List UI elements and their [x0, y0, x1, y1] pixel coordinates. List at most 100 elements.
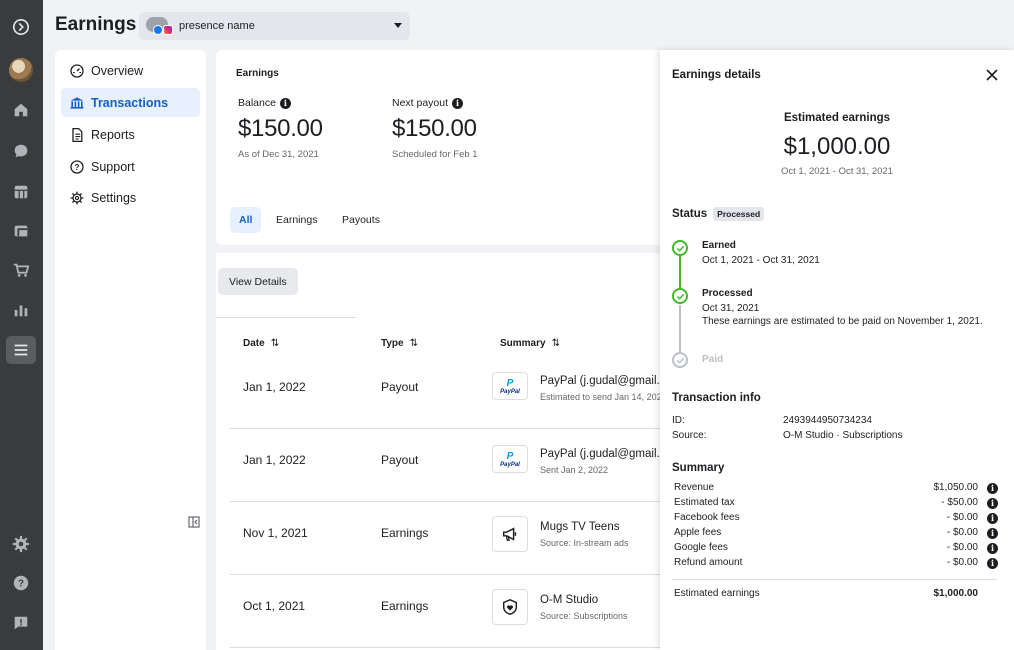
- table-row[interactable]: Jan 1, 2022 Payout P PayPal PayPal (j.gud…: [230, 356, 685, 429]
- sidebar-item-label: Transactions: [91, 95, 169, 110]
- transaction-info-heading: Transaction info: [672, 392, 761, 404]
- info-icon[interactable]: i: [279, 97, 291, 109]
- summary-row: Google fees - $0.00 i: [674, 542, 998, 556]
- column-label: Summary: [500, 338, 546, 349]
- row-type: Payout: [381, 453, 419, 467]
- card-title: Earnings: [236, 68, 279, 79]
- balance-label: Balance: [238, 97, 276, 109]
- sidebar-item-overview[interactable]: Overview: [61, 56, 200, 85]
- summary-row: Facebook fees - $0.00 i: [674, 512, 998, 526]
- check-circle-icon: [672, 240, 688, 256]
- balance-sub: As of Dec 31, 2021: [238, 149, 319, 160]
- sort-icon: ⇅: [409, 338, 418, 349]
- sidebar-item-label: Reports: [91, 127, 135, 142]
- presence-selector[interactable]: presence name: [139, 12, 410, 40]
- sidebar-item-support[interactable]: ? Support: [61, 152, 200, 181]
- chat-icon[interactable]: [10, 140, 32, 162]
- sidebar-item-reports[interactable]: Reports: [61, 120, 200, 149]
- column-label: Type: [381, 338, 404, 349]
- row-date: Jan 1, 2022: [243, 380, 306, 394]
- question-icon: ?: [70, 159, 84, 174]
- status-label: Status: [672, 208, 708, 220]
- paypal-icon: P PayPal: [492, 372, 528, 400]
- menu-icon[interactable]: [10, 339, 32, 361]
- table-row[interactable]: Nov 1, 2021 Earnings Mugs TV Teens Sourc…: [230, 502, 676, 575]
- sidebar-item-settings[interactable]: Settings: [61, 183, 200, 212]
- transactions-panel: View Details Date ⇅ Type ⇅ Summary ⇅ Jan 1,…: [216, 253, 685, 650]
- summary-row-value: - $0.00: [946, 527, 978, 538]
- avatar[interactable]: [9, 58, 33, 82]
- status-badge: Processed: [713, 207, 765, 221]
- check-circle-icon: [672, 288, 688, 304]
- gear-icon: [70, 191, 84, 204]
- timeline-step-title: Paid: [702, 354, 724, 365]
- next-payout-value: $150.00: [392, 115, 477, 142]
- next-payout-sub: Scheduled for Feb 1: [392, 149, 478, 160]
- timeline-step-text: Oct 1, 2021 - Oct 31, 2021: [702, 255, 820, 266]
- sort-icon: ⇅: [551, 338, 560, 349]
- summary-row-label: Google fees: [674, 542, 728, 553]
- home-icon[interactable]: [10, 99, 32, 121]
- row-summary: O-M Studio: [540, 594, 599, 606]
- info-icon[interactable]: i: [987, 513, 998, 524]
- row-type: Earnings: [381, 526, 429, 540]
- info-icon[interactable]: i: [987, 543, 998, 554]
- collapse-rail-icon[interactable]: [10, 16, 32, 38]
- row-summary-sub: Estimated to send Jan 14, 2022: [540, 392, 667, 402]
- help-icon[interactable]: ?: [10, 572, 32, 594]
- earnings-summary-card: Earnings Balance i $150.00 As of Dec 31, …: [216, 50, 676, 245]
- next-payout-stat: Next payout i $150.00 Scheduled for Feb 1: [392, 97, 478, 160]
- next-payout-label: Next payout: [392, 97, 449, 109]
- info-icon[interactable]: i: [987, 483, 998, 494]
- document-icon: [72, 127, 83, 142]
- timeline-step-text: Oct 31, 2021: [702, 303, 760, 314]
- sidebar-item-label: Settings: [91, 190, 137, 205]
- timeline-step-note: These earnings are estimated to be paid …: [702, 316, 983, 327]
- estimated-earnings-amount: $1,000.00: [783, 133, 891, 160]
- settings-gear-icon[interactable]: [10, 533, 32, 555]
- summary-row: Apple fees - $0.00 i: [674, 527, 998, 541]
- sidebar-nav: Overview Transactions Reports ? Support …: [55, 50, 206, 650]
- info-icon[interactable]: i: [987, 498, 998, 509]
- app-rail: ?: [0, 0, 43, 650]
- summary-total-label: Estimated earnings: [674, 588, 760, 599]
- balance-value: $150.00: [238, 115, 323, 142]
- info-icon[interactable]: i: [452, 97, 464, 109]
- table-row[interactable]: Jan 1, 2022 Payout P PayPal PayPal (j.gud…: [230, 429, 685, 502]
- info-icon[interactable]: i: [987, 528, 998, 539]
- view-details-button[interactable]: View Details: [218, 268, 298, 295]
- estimated-earnings-label: Estimated earnings: [783, 112, 891, 124]
- table-row[interactable]: Oct 1, 2021 Earnings O-M Studio Source: …: [230, 575, 676, 648]
- column-header-summary[interactable]: Summary ⇅: [500, 338, 560, 349]
- page-title: Earnings: [55, 14, 137, 35]
- shop-cart-icon[interactable]: [10, 259, 32, 281]
- timeline-step-title: Earned: [702, 240, 736, 251]
- feedback-icon[interactable]: [10, 612, 32, 634]
- summary-row-label: Apple fees: [674, 527, 722, 538]
- tab-earnings[interactable]: Earnings: [267, 207, 326, 233]
- column-header-date[interactable]: Date ⇅: [243, 338, 279, 349]
- paypal-icon: P PayPal: [492, 445, 528, 473]
- summary-row-label: Facebook fees: [674, 512, 740, 523]
- divider: [672, 579, 997, 580]
- close-icon[interactable]: [985, 68, 999, 82]
- summary-row: Revenue $1,050.00 i: [674, 482, 998, 496]
- tab-all[interactable]: All: [230, 207, 262, 233]
- main-content: Earnings Balance i $150.00 As of Dec 31, …: [216, 50, 685, 650]
- summary-row-value: $1,050.00: [933, 482, 979, 493]
- tab-payouts[interactable]: Payouts: [333, 207, 389, 233]
- source-label: Source:: [672, 430, 707, 441]
- info-icon[interactable]: i: [987, 558, 998, 569]
- drawer-title: Earnings details: [672, 69, 761, 81]
- collapse-panel-icon[interactable]: [188, 516, 200, 528]
- summary-total-value: $1,000.00: [933, 588, 979, 599]
- calendar-grid-icon[interactable]: [10, 181, 32, 203]
- content-library-icon[interactable]: [10, 220, 32, 242]
- column-header-type[interactable]: Type ⇅: [381, 338, 418, 349]
- summary-heading: Summary: [672, 462, 725, 474]
- sidebar-item-transactions[interactable]: Transactions: [61, 88, 200, 117]
- row-type: Payout: [381, 380, 419, 394]
- insights-bar-chart-icon[interactable]: [10, 299, 32, 321]
- instagram-icon: [163, 25, 173, 35]
- summary-row-value: - $0.00: [946, 542, 978, 553]
